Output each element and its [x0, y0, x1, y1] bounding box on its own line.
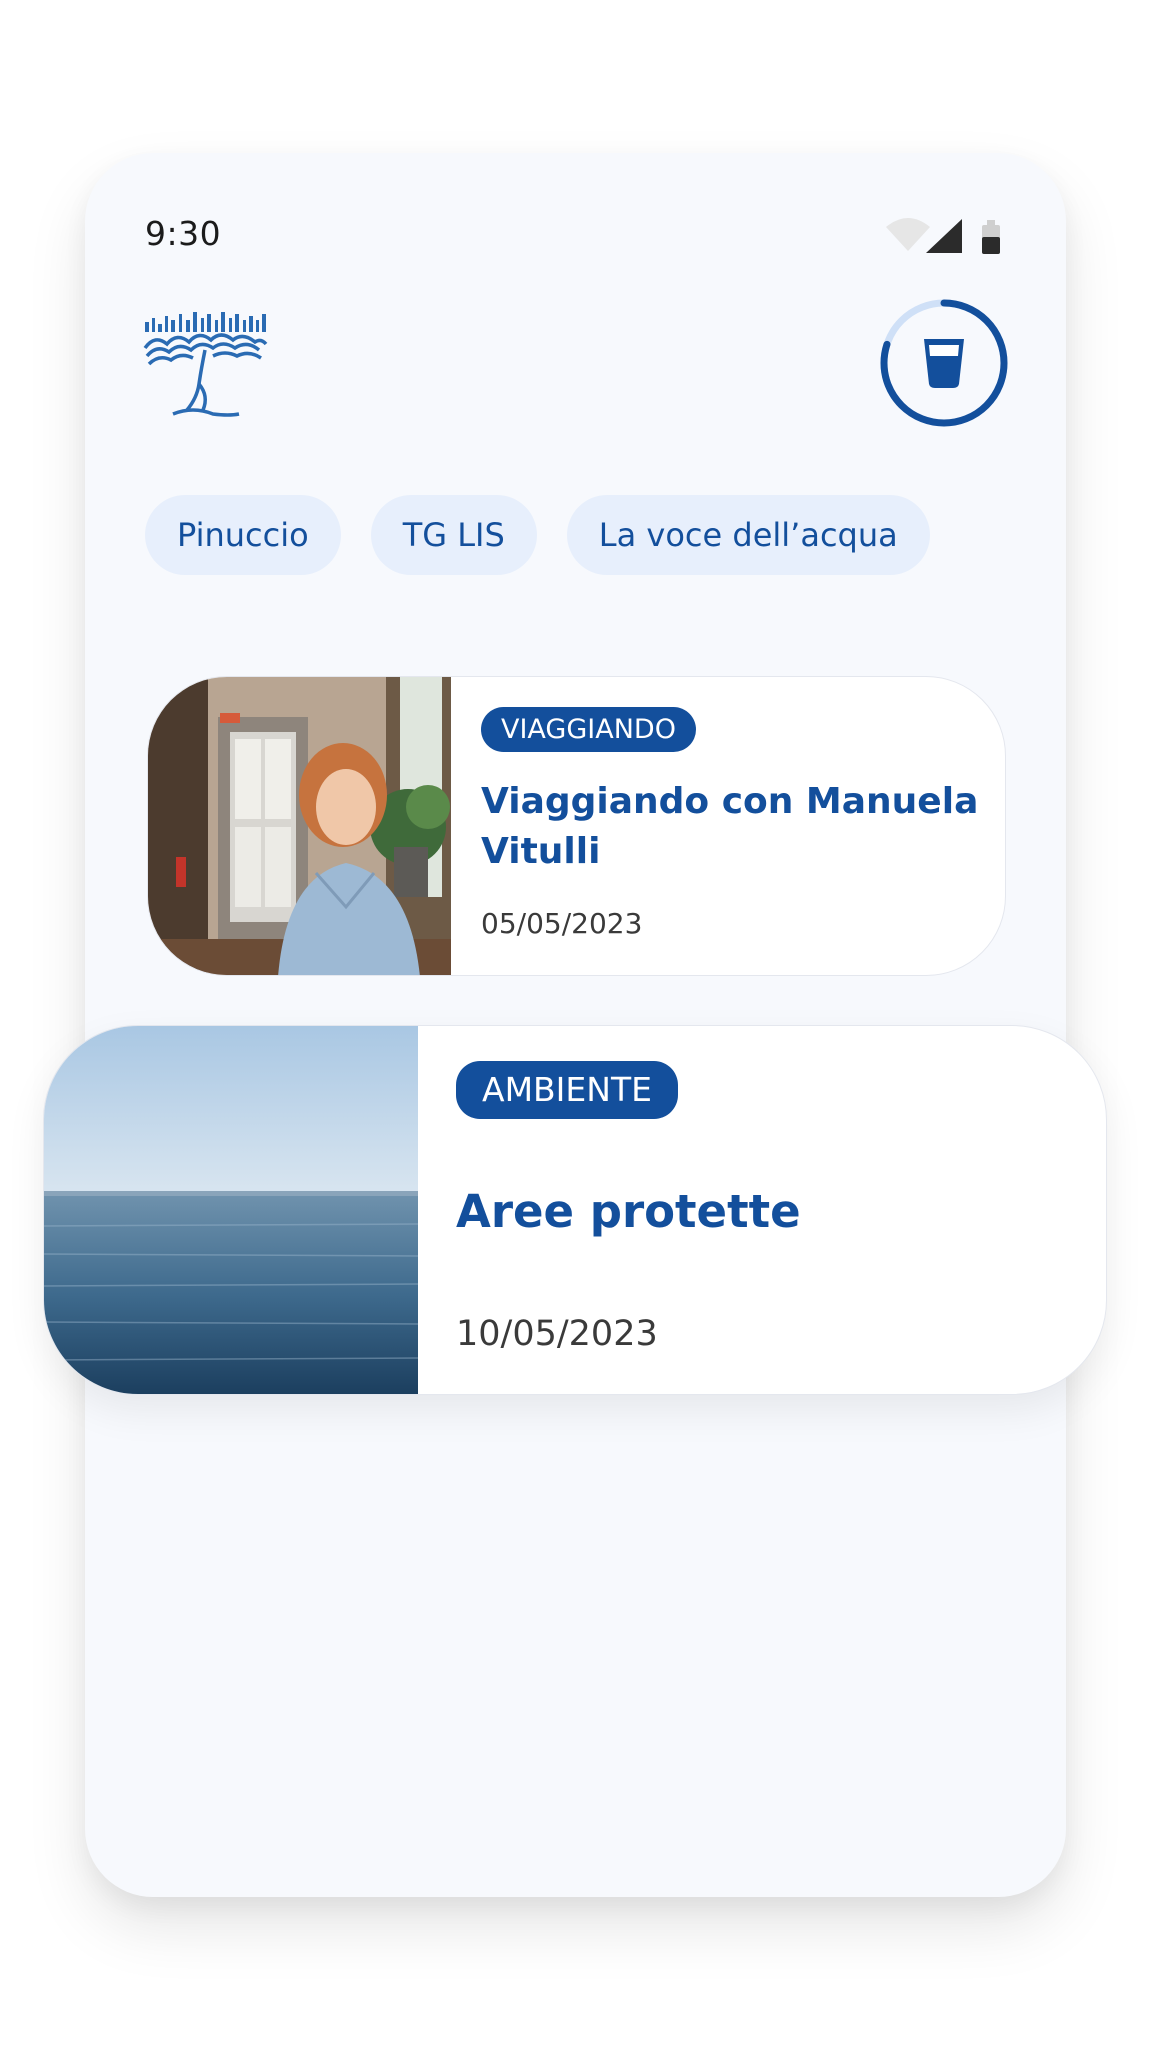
battery-icon	[982, 220, 1000, 254]
woman-photo	[148, 677, 451, 975]
sea-photo	[44, 1026, 419, 1394]
chip-tg-lis[interactable]: TG LIS	[370, 495, 537, 575]
wifi-icon	[886, 218, 930, 251]
article-card[interactable]: AMBIENTE Aree protette 10/05/2023	[43, 1025, 1107, 1395]
card-title: Aree protette	[456, 1185, 801, 1238]
card-title: Viaggiando con Manuela Vitulli	[481, 781, 979, 872]
card-date: 05/05/2023	[481, 907, 643, 940]
tree-logo-icon	[143, 310, 268, 422]
status-time: 9:30	[145, 214, 222, 253]
category-badge: VIAGGIANDO	[481, 707, 696, 752]
card-date: 10/05/2023	[456, 1314, 658, 1354]
article-card[interactable]: VIAGGIANDO Viaggiando con Manuela Vitull…	[147, 676, 1006, 976]
category-badge: AMBIENTE	[456, 1061, 678, 1119]
category-chips: Pinuccio TG LIS La voce dell’acqua	[145, 495, 930, 575]
glass-progress-button[interactable]	[877, 296, 1011, 430]
status-icons	[886, 215, 1022, 263]
signal-icon	[926, 219, 962, 253]
glass-icon	[924, 339, 964, 388]
chip-pinuccio[interactable]: Pinuccio	[145, 495, 341, 575]
chip-la-voce-dell-acqua[interactable]: La voce dell’acqua	[566, 495, 930, 575]
